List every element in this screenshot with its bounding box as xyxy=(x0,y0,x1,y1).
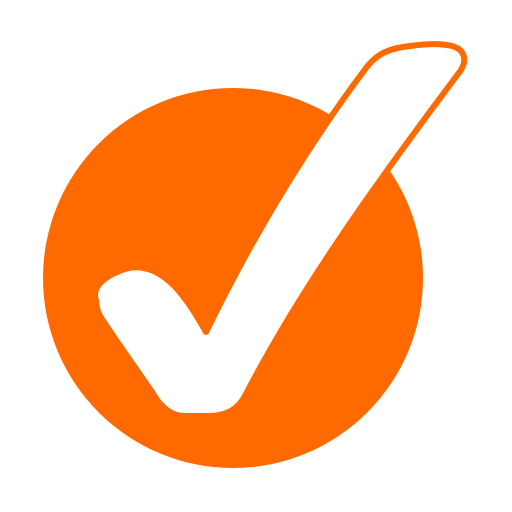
checkmark-circle-icon xyxy=(43,41,468,468)
icon-canvas xyxy=(0,0,512,512)
